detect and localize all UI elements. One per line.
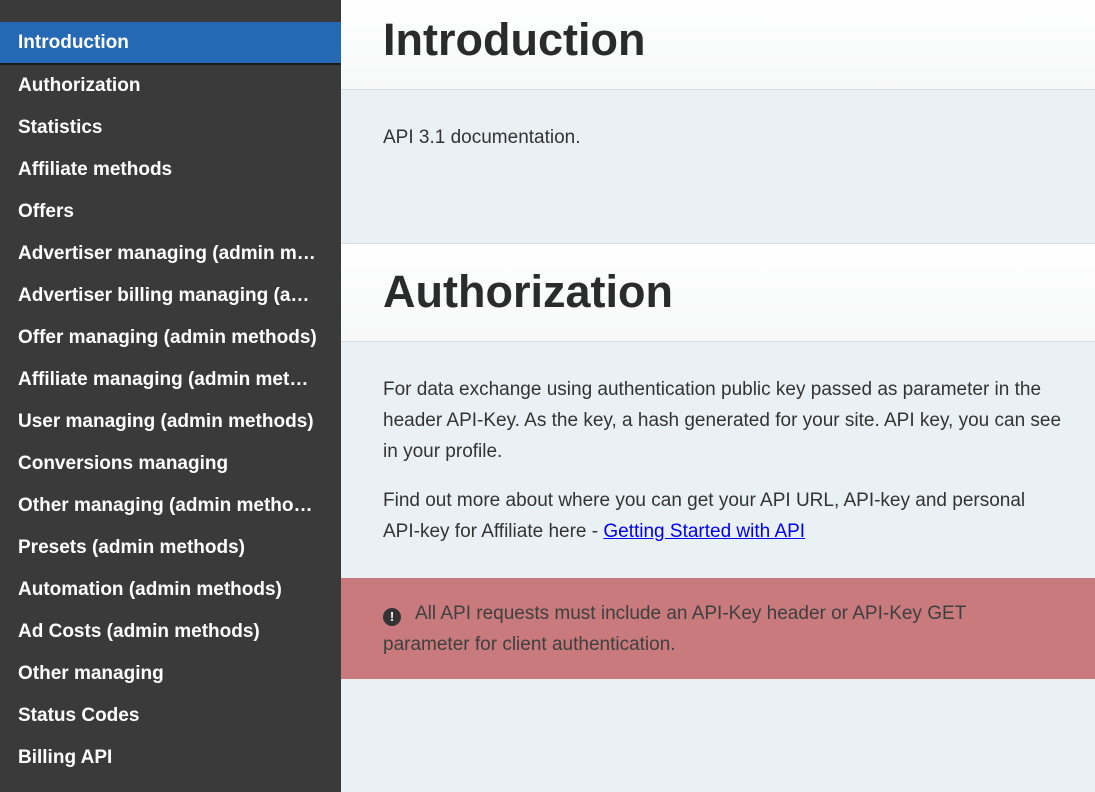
sidebar-item-status-codes[interactable]: Status Codes <box>0 695 341 737</box>
auth-alert-box: ! All API requests must include an API-Ke… <box>341 578 1095 679</box>
authorization-header: Authorization <box>341 243 1095 342</box>
sidebar-item-conversions-managing[interactable]: Conversions managing <box>0 443 341 485</box>
sidebar-item-presets[interactable]: Presets (admin methods) <box>0 527 341 569</box>
sidebar-item-affiliate-managing[interactable]: Affiliate managing (admin methods) <box>0 359 341 401</box>
introduction-header: Introduction <box>341 0 1095 90</box>
sidebar-item-other-managing[interactable]: Other managing <box>0 653 341 695</box>
introduction-body: API 3.1 documentation. <box>341 90 1095 243</box>
sidebar-item-other-managing-admin[interactable]: Other managing (admin methods) <box>0 485 341 527</box>
authorization-title: Authorization <box>383 266 673 317</box>
page: Introduction Authorization Statistics Af… <box>0 0 1095 792</box>
getting-started-link[interactable]: Getting Started with API <box>603 521 805 542</box>
sidebar-item-authorization[interactable]: Authorization <box>0 65 341 107</box>
sidebar-item-user-managing[interactable]: User managing (admin methods) <box>0 401 341 443</box>
authorization-paragraph-1: For data exchange using authentication p… <box>383 379 1062 462</box>
sidebar-item-offers[interactable]: Offers <box>0 191 341 233</box>
sidebar-item-affiliate-methods[interactable]: Affiliate methods <box>0 149 341 191</box>
introduction-text: API 3.1 documentation. <box>383 127 581 148</box>
introduction-title: Introduction <box>383 14 646 65</box>
sidebar-item-advertiser-billing-managing[interactable]: Advertiser billing managing (admin metho… <box>0 275 341 317</box>
sidebar-item-offer-managing[interactable]: Offer managing (admin methods) <box>0 317 341 359</box>
authorization-body: For data exchange using authentication p… <box>341 342 1095 547</box>
sidebar-item-statistics[interactable]: Statistics <box>0 107 341 149</box>
sidebar-item-ad-costs[interactable]: Ad Costs (admin methods) <box>0 611 341 653</box>
sidebar-item-introduction[interactable]: Introduction <box>0 22 341 65</box>
authorization-paragraph-2: Find out more about where you can get yo… <box>383 485 1065 547</box>
exclamation-circle-icon: ! <box>383 608 401 626</box>
sidebar-item-automation[interactable]: Automation (admin methods) <box>0 569 341 611</box>
sidebar-item-billing-api[interactable]: Billing API <box>0 737 341 779</box>
alert-text: All API requests must include an API-Key… <box>383 603 966 655</box>
sidebar-item-advertiser-managing[interactable]: Advertiser managing (admin methods) <box>0 233 341 275</box>
main-content: Introduction API 3.1 documentation. Auth… <box>341 0 1095 792</box>
sidebar-nav: Introduction Authorization Statistics Af… <box>0 0 341 792</box>
